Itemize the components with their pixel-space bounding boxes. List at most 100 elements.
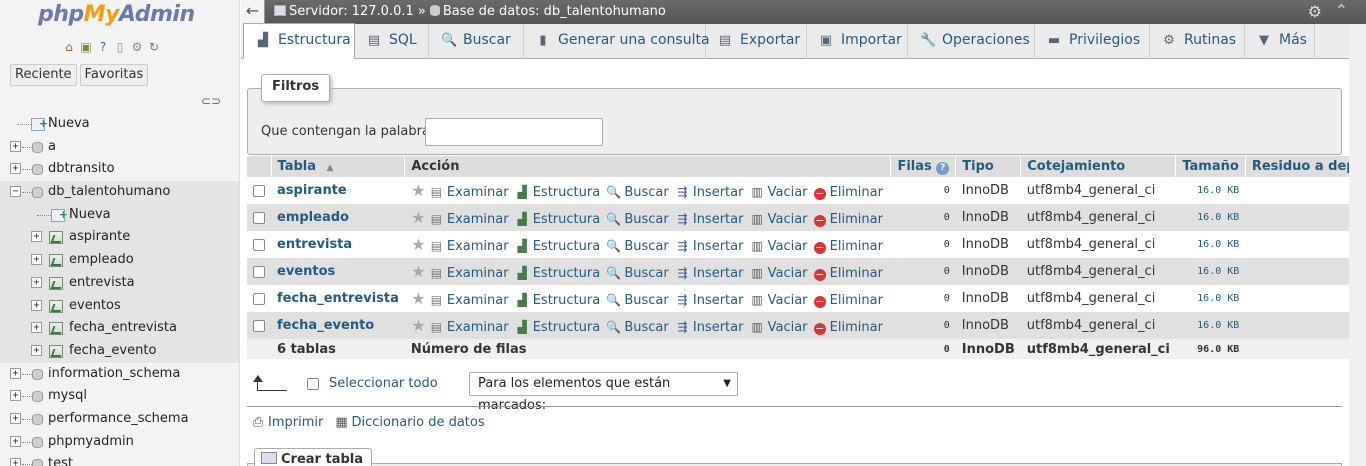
tab-estructura[interactable]: ▟ Estructura xyxy=(243,23,355,59)
scroll-top-icon[interactable]: ⌃ xyxy=(1335,1,1348,20)
home-icon[interactable]: ⌂ xyxy=(62,40,76,54)
action-structure[interactable]: Estructura xyxy=(533,320,600,335)
collapse-nav-arrow-icon[interactable]: ← xyxy=(241,0,265,24)
scrollbar[interactable] xyxy=(1349,24,1366,466)
action-empty[interactable]: Vaciar xyxy=(768,212,808,227)
action-search[interactable]: Buscar xyxy=(624,239,668,254)
action-drop[interactable]: Eliminar xyxy=(830,266,883,281)
tab-importar[interactable]: ▣ Importar xyxy=(807,24,908,59)
size-cell[interactable]: 16.0 KB xyxy=(1175,285,1246,312)
action-browse[interactable]: Examinar xyxy=(447,185,509,200)
tab-buscar[interactable]: 🔍 Buscar xyxy=(429,24,524,59)
tree-item-phpmyadmin[interactable]: + phpmyadmin xyxy=(0,431,239,454)
tree-item-fecha-entrevista[interactable]: + fecha_entrevista xyxy=(0,317,239,340)
size-cell[interactable]: 16.0 KB xyxy=(1175,258,1246,285)
settings-icon[interactable]: ⚙ xyxy=(130,40,144,54)
favorite-star-icon[interactable]: ★ xyxy=(411,262,426,281)
expand-icon[interactable]: + xyxy=(10,390,21,402)
col-tipo[interactable]: Tipo xyxy=(955,156,1022,177)
favorite-star-icon[interactable]: ★ xyxy=(411,208,426,227)
action-browse[interactable]: Examinar xyxy=(447,239,509,254)
expand-icon[interactable]: + xyxy=(10,412,21,424)
action-insert[interactable]: Insertar xyxy=(693,239,744,254)
col-cotejamiento[interactable]: Cotejamiento xyxy=(1020,156,1177,177)
row-checkbox[interactable] xyxy=(253,292,265,305)
select-all-label[interactable]: Seleccionar todo xyxy=(329,376,438,391)
action-drop[interactable]: Eliminar xyxy=(830,212,883,227)
row-checkbox[interactable] xyxy=(253,184,265,197)
tree-item-new[interactable]: Nueva xyxy=(0,113,239,136)
tab-mas[interactable]: ▼ Más xyxy=(1245,24,1315,59)
filter-input[interactable] xyxy=(425,118,603,146)
tree-item-new-table[interactable]: Nueva xyxy=(0,203,239,227)
size-cell[interactable]: 16.0 KB xyxy=(1175,177,1246,204)
expand-icon[interactable]: + xyxy=(10,435,21,447)
tab-sql[interactable]: ▤ SQL xyxy=(355,24,429,59)
action-structure[interactable]: Estructura xyxy=(533,293,600,308)
tree-item-performance-schema[interactable]: + performance_schema xyxy=(0,408,239,431)
table-name-link[interactable]: entrevista xyxy=(277,237,352,252)
help-icon[interactable]: ? xyxy=(936,161,950,175)
favorites-button[interactable]: Favoritas xyxy=(79,64,149,86)
row-checkbox[interactable] xyxy=(253,319,265,332)
action-insert[interactable]: Insertar xyxy=(693,212,744,227)
tree-item-empleado[interactable]: + empleado xyxy=(0,249,239,272)
action-insert[interactable]: Insertar xyxy=(693,320,744,335)
action-structure[interactable]: Estructura xyxy=(533,185,600,200)
select-all-checkbox[interactable] xyxy=(307,378,319,390)
gear-icon[interactable]: ⚙ xyxy=(1308,2,1322,21)
action-drop[interactable]: Eliminar xyxy=(830,293,883,308)
table-name-link[interactable]: fecha_entrevista xyxy=(277,291,399,306)
tree-item-dbtransito[interactable]: + dbtransito xyxy=(0,158,239,181)
tree-item-aspirante[interactable]: + aspirante xyxy=(0,226,239,250)
row-checkbox[interactable] xyxy=(253,238,265,251)
tree-item-test[interactable]: + test xyxy=(0,453,239,466)
tab-operaciones[interactable]: 🔧 Operaciones xyxy=(908,24,1035,59)
col-filas[interactable]: Filas ? xyxy=(890,156,957,177)
action-search[interactable]: Buscar xyxy=(624,185,668,200)
favorite-star-icon[interactable]: ★ xyxy=(411,289,426,308)
tree-item-entrevista[interactable]: + entrevista xyxy=(0,271,239,295)
expand-icon[interactable]: + xyxy=(31,276,42,288)
row-checkbox[interactable] xyxy=(253,211,265,224)
table-name-link[interactable]: empleado xyxy=(277,210,349,225)
with-selected-dropdown[interactable]: Para los elementos que están marcados: ▼ xyxy=(469,372,738,413)
expand-icon[interactable]: + xyxy=(31,231,42,243)
expand-icon[interactable]: + xyxy=(10,367,21,379)
expand-icon[interactable]: + xyxy=(31,344,42,356)
size-cell[interactable]: 16.0 KB xyxy=(1175,204,1246,231)
tree-item-information-schema[interactable]: + information_schema xyxy=(0,363,239,386)
expand-icon[interactable]: + xyxy=(31,299,42,311)
action-structure[interactable]: Estructura xyxy=(533,239,600,254)
col-tabla[interactable]: Tabla ▲ xyxy=(271,156,406,177)
recent-button[interactable]: Reciente xyxy=(10,64,77,86)
favorite-star-icon[interactable]: ★ xyxy=(411,235,426,254)
docs-icon[interactable]: ▯ xyxy=(113,40,127,54)
action-structure[interactable]: Estructura xyxy=(533,266,600,281)
col-residuo[interactable]: Residuo a depurar xyxy=(1245,156,1366,177)
exit-icon[interactable]: ▣ xyxy=(79,40,93,54)
action-empty[interactable]: Vaciar xyxy=(768,185,808,200)
action-insert[interactable]: Insertar xyxy=(693,185,744,200)
action-browse[interactable]: Examinar xyxy=(447,266,509,281)
collapse-icon[interactable]: − xyxy=(10,186,21,198)
tab-generar-consulta[interactable]: ▮ Generar una consulta xyxy=(524,24,710,59)
col-tamano[interactable]: Tamaño xyxy=(1175,156,1246,177)
action-empty[interactable]: Vaciar xyxy=(768,293,808,308)
action-empty[interactable]: Vaciar xyxy=(768,320,808,335)
action-search[interactable]: Buscar xyxy=(624,266,668,281)
expand-icon[interactable]: + xyxy=(31,322,42,334)
expand-icon[interactable]: + xyxy=(10,458,21,466)
breadcrumb-database[interactable]: Base de datos: db_talentohumano xyxy=(443,4,666,19)
table-name-link[interactable]: aspirante xyxy=(277,183,347,198)
table-name-link[interactable]: eventos xyxy=(277,264,335,279)
row-checkbox[interactable] xyxy=(253,265,265,278)
tree-item-eventos[interactable]: + eventos xyxy=(0,294,239,318)
reload-icon[interactable]: ↻ xyxy=(147,40,161,54)
data-dictionary-link[interactable]: Diccionario de datos xyxy=(351,415,484,430)
phpmyadmin-logo[interactable]: phpMyAdmin xyxy=(38,2,195,27)
action-browse[interactable]: Examinar xyxy=(447,212,509,227)
favorite-star-icon[interactable]: ★ xyxy=(411,316,426,335)
tree-item-db-talentohumano[interactable]: − db_talentohumano xyxy=(0,181,239,204)
tab-exportar[interactable]: ▤ Exportar xyxy=(706,24,807,59)
